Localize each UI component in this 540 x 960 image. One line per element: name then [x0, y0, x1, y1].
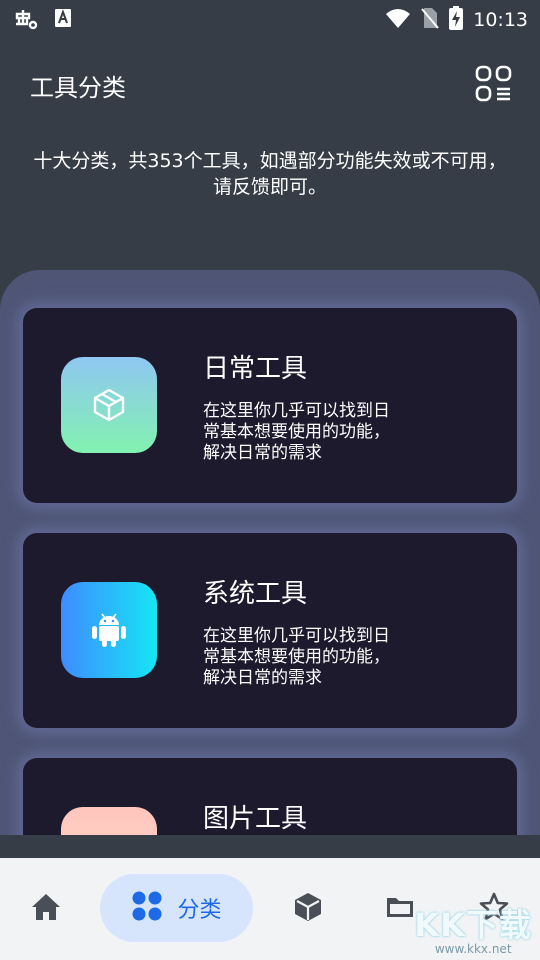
- no-sim-icon: [421, 7, 439, 33]
- folder-icon: [385, 894, 415, 924]
- cube-outline-icon: [61, 357, 157, 453]
- battery-charging-icon: [449, 6, 464, 34]
- page-title: 工具分类: [30, 74, 126, 102]
- nav-categories[interactable]: 分类: [100, 874, 253, 942]
- category-card-daily[interactable]: 日常工具 在这里你几乎可以找到日 常基本想要使用的功能， 解决日常的需求: [23, 308, 517, 503]
- card-title: 图片工具: [203, 804, 308, 834]
- grid-menu-icon[interactable]: [474, 64, 514, 104]
- card-title: 日常工具: [203, 354, 308, 384]
- app-header: 工具分类: [0, 50, 540, 120]
- watermark: KK下载 www.kkx.net: [414, 900, 532, 956]
- android-icon: [61, 582, 157, 678]
- image-icon: [61, 807, 157, 835]
- description: 十大分类，共353个工具，如遇部分功能失效或不可用，请反馈即可。: [33, 150, 507, 198]
- card-title: 系统工具: [203, 579, 308, 609]
- keyboard-a-icon: [54, 8, 72, 32]
- category-panel: 日常工具 在这里你几乎可以找到日 常基本想要使用的功能， 解决日常的需求 系统工…: [0, 270, 540, 835]
- bug-icon: [14, 6, 40, 34]
- bottom-nav: 分类 KK下载 www.kkx.net: [0, 858, 540, 960]
- wifi-icon: [385, 8, 411, 32]
- category-card-image[interactable]: 图片工具: [23, 758, 517, 835]
- status-left: [14, 6, 72, 34]
- apps-grid-icon: [131, 890, 163, 926]
- card-description: 在这里你几乎可以找到日 常基本想要使用的功能， 解决日常的需求: [203, 626, 390, 688]
- status-bar: 10:13: [0, 0, 540, 36]
- watermark-logo: KK下载: [414, 906, 532, 944]
- nav-home[interactable]: [22, 858, 70, 960]
- cube-icon: [293, 891, 323, 927]
- nav-categories-label: 分类: [177, 898, 222, 923]
- category-card-system[interactable]: 系统工具 在这里你几乎可以找到日 常基本想要使用的功能， 解决日常的需求: [23, 533, 517, 728]
- status-time: 10:13: [473, 9, 528, 31]
- card-description: 在这里你几乎可以找到日 常基本想要使用的功能， 解决日常的需求: [203, 401, 390, 463]
- nav-tools[interactable]: [286, 858, 330, 960]
- status-right: 10:13: [385, 6, 528, 34]
- home-icon: [30, 892, 62, 926]
